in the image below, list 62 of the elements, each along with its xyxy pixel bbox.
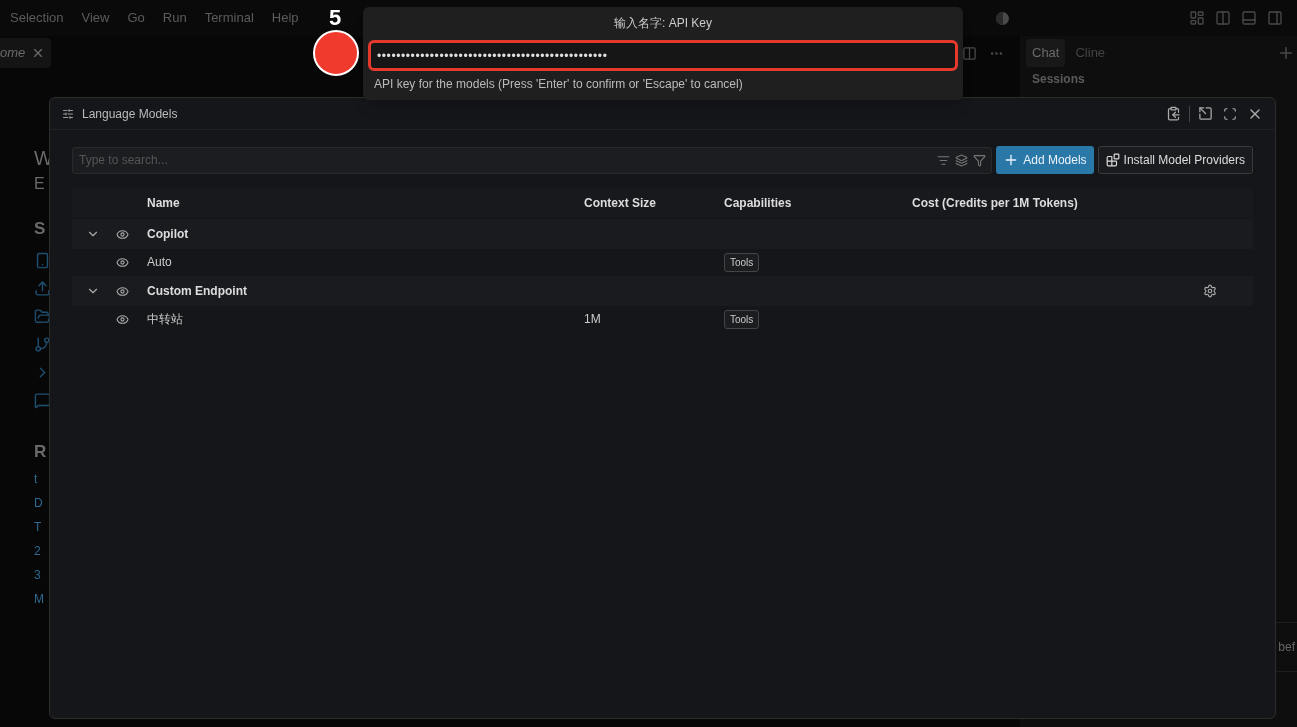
- quick-input-title: 输入名字: API Key: [614, 15, 712, 32]
- pie-icon[interactable]: [996, 11, 1009, 25]
- split-editor-icon[interactable]: [962, 45, 977, 61]
- panel-icon[interactable]: [1241, 10, 1257, 26]
- menu-item[interactable]: Terminal: [204, 8, 254, 28]
- recent-link[interactable]: t: [34, 470, 38, 488]
- group-row[interactable]: Custom Endpoint: [72, 276, 1253, 306]
- group-row[interactable]: Copilot: [72, 219, 1253, 249]
- settings-icon[interactable]: [1203, 284, 1217, 298]
- column-header: Capabilities: [724, 195, 793, 212]
- layout-icon[interactable]: [1189, 10, 1205, 26]
- stack-icon[interactable]: [955, 153, 969, 167]
- action-icon[interactable]: [34, 307, 51, 325]
- blocks-icon: [1105, 153, 1120, 167]
- dialog-title: Language Models: [82, 105, 178, 123]
- secondary-sidebar-icon[interactable]: [1267, 10, 1283, 26]
- capability-tag: Tools: [724, 252, 760, 272]
- model-name: 中转站: [147, 311, 184, 328]
- editor-tab[interactable]: ome: [0, 38, 52, 68]
- settings-sliders-icon: [62, 107, 74, 120]
- action-icon[interactable]: [34, 279, 51, 297]
- eye-icon[interactable]: [116, 284, 129, 298]
- group-name: Copilot: [147, 226, 189, 243]
- eye-icon[interactable]: [116, 227, 129, 241]
- group-name: Custom Endpoint: [147, 283, 247, 300]
- eye-icon[interactable]: [116, 312, 129, 326]
- install-providers-button[interactable]: Install Model Providers: [1097, 146, 1253, 174]
- welcome-subheading: E: [34, 174, 45, 194]
- column-header: Name: [147, 195, 181, 212]
- menu-item[interactable]: Help: [271, 8, 299, 28]
- action-icon[interactable]: [34, 251, 51, 269]
- recent-link[interactable]: 3: [34, 566, 41, 584]
- notice-text: bef: [1278, 639, 1295, 656]
- step-marker: [313, 30, 359, 76]
- column-header: Context Size: [584, 195, 657, 212]
- maximize-icon[interactable]: [1223, 106, 1237, 121]
- sidebar-icon[interactable]: [1215, 10, 1231, 26]
- section-heading: S: [34, 218, 46, 240]
- copy-icon[interactable]: [1166, 106, 1181, 121]
- menu-item[interactable]: Run: [162, 8, 187, 28]
- recent-link[interactable]: D: [34, 494, 43, 512]
- list-filter-icon[interactable]: [937, 153, 951, 167]
- step-number: 5: [329, 6, 342, 30]
- model-name: Auto: [147, 254, 173, 271]
- column-header: Cost (Credits per 1M Tokens): [912, 195, 1079, 212]
- add-models-button[interactable]: Add Models: [996, 146, 1094, 174]
- context-size: 1M: [584, 312, 601, 326]
- menu-item[interactable]: Go: [127, 8, 145, 28]
- input-hint: API key for the models (Press 'Enter' to confirm or 'Escape' to cancel): [374, 76, 743, 93]
- action-icon[interactable]: [34, 335, 51, 353]
- api-key-input[interactable]: ••••••••••••••••••••••••••••••••••••••••••••••••: [368, 40, 958, 71]
- section-heading: Sessions: [1031, 71, 1086, 88]
- recent-link[interactable]: M: [34, 590, 44, 608]
- section-heading: R: [34, 440, 47, 463]
- menu-item[interactable]: View: [81, 8, 110, 28]
- panel-tab[interactable]: Chat: [1026, 39, 1066, 67]
- menu-item[interactable]: Selection: [10, 8, 64, 28]
- recent-link[interactable]: 2: [34, 542, 41, 560]
- eye-icon[interactable]: [116, 255, 129, 269]
- capability-tag: Tools: [724, 309, 760, 329]
- filter-icon[interactable]: [973, 153, 987, 167]
- recent-link[interactable]: T: [34, 518, 42, 536]
